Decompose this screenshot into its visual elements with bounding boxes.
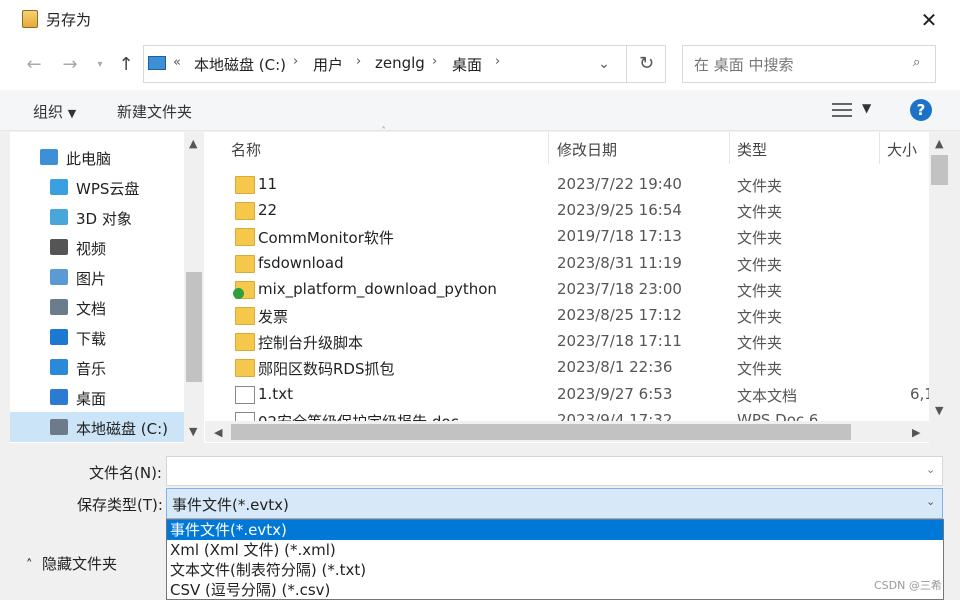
hide-folders-button[interactable]: ˄ 隐藏文件夹 <box>26 553 117 574</box>
file-row[interactable]: mix_platform_download_python 2023/7/18 23… <box>205 277 929 303</box>
folder-icon <box>235 176 255 194</box>
file-type: 文件夹 <box>737 334 783 353</box>
folder-icon <box>235 333 255 352</box>
folder-icon <box>235 202 255 221</box>
folder-icon <box>235 359 255 378</box>
file-date: 2023/8/25 17:12 <box>557 306 682 324</box>
file-row[interactable]: 11 2023/7/22 19:40 文件夹 <box>205 172 929 198</box>
file-name: 11 <box>258 175 278 193</box>
file-date: 2023/7/18 23:00 <box>557 279 682 298</box>
file-row[interactable]: 1.txt 2023/9/27 6:53 文本文档 6,1 <box>205 382 934 408</box>
file-row[interactable]: 控制台升级脚本 2023/7/18 17:11 文件夹 <box>205 329 929 355</box>
folder-synced-icon <box>233 280 255 299</box>
file-type: 文本文档 <box>737 386 798 405</box>
file-row[interactable]: 郧阳区数码RDS抓包 2023/8/1 22:36 文件夹 <box>205 355 929 381</box>
chevron-up-icon: ˄ <box>26 558 33 573</box>
file-type: 文件夹 <box>737 229 783 248</box>
file-type: 文件夹 <box>737 177 783 195</box>
file-row[interactable]: fsdownload 2023/8/31 11:19 文件夹 <box>205 251 929 277</box>
file-name: 1.txt <box>258 384 293 403</box>
scroll-down-icon[interactable]: ▼ <box>935 404 943 417</box>
file-type: 文件夹 <box>737 255 783 274</box>
file-name: 郧阳区数码RDS抓包 <box>258 360 395 379</box>
filetype-selected-value: 事件文件(*.evtx) <box>172 496 289 514</box>
filetype-option[interactable]: 文本文件(制表符分隔) (*.txt) <box>167 560 943 580</box>
file-name: 控制台升级脚本 <box>258 334 364 353</box>
sync-check-icon <box>233 287 244 299</box>
watermark: CSDN @三希 <box>874 579 942 592</box>
scroll-right-icon[interactable]: ▶ <box>912 426 920 439</box>
file-date: 2019/7/18 17:13 <box>557 227 682 246</box>
folder-icon <box>235 254 255 273</box>
file-type: 文件夹 <box>737 281 783 300</box>
folder-icon <box>235 228 255 247</box>
file-row[interactable]: 发票 2023/8/25 17:12 文件夹 <box>205 303 929 329</box>
file-name: fsdownload <box>258 253 344 272</box>
chevron-down-icon[interactable]: ⌄ <box>926 495 935 508</box>
scroll-left-icon[interactable]: ◀ <box>214 426 222 439</box>
vertical-scroll-thumb[interactable] <box>931 155 948 185</box>
file-row[interactable]: 22 2023/9/25 16:54 文件夹 <box>205 198 929 224</box>
file-date: 2023/9/25 16:54 <box>557 201 682 220</box>
file-row[interactable]: CommMonitor软件 2019/7/18 17:13 文件夹 <box>205 224 929 250</box>
folder-icon <box>235 307 255 325</box>
file-name: 22 <box>258 201 278 220</box>
filetype-option[interactable]: Xml (Xml 文件) (*.xml) <box>167 540 943 560</box>
filetype-option[interactable]: 事件文件(*.evtx) <box>167 520 943 540</box>
filename-input[interactable] <box>166 456 943 486</box>
file-date: 2023/7/22 19:40 <box>557 175 682 193</box>
file-date: 2023/9/27 6:53 <box>557 384 673 403</box>
text-file-icon <box>235 385 255 404</box>
filetype-label: 保存类型(T): <box>77 496 163 514</box>
file-date: 2023/7/18 17:11 <box>557 332 682 351</box>
file-name: 发票 <box>258 308 289 326</box>
horizontal-scroll-thumb[interactable] <box>231 424 851 440</box>
file-type: 文件夹 <box>737 203 783 222</box>
nav-scroll-down-icon[interactable]: ▼ <box>189 425 197 438</box>
file-name: mix_platform_download_python <box>258 279 497 298</box>
file-row[interactable]: 02安全等级保护定级报告.doc 2023/9/4 17:32 WPS Doc 6 <box>205 408 929 422</box>
file-name: CommMonitor软件 <box>258 229 394 248</box>
file-date: 2023/8/1 22:36 <box>557 358 673 377</box>
filename-label: 文件名(N): <box>89 464 162 482</box>
file-date: 2023/8/31 11:19 <box>557 253 682 272</box>
chevron-down-icon[interactable]: ⌄ <box>926 463 935 476</box>
scroll-up-icon[interactable]: ▲ <box>935 137 943 150</box>
filetype-option[interactable]: CSV (逗号分隔) (*.csv) <box>167 580 943 600</box>
file-type: 文件夹 <box>737 360 783 379</box>
file-type: 文件夹 <box>737 308 783 326</box>
